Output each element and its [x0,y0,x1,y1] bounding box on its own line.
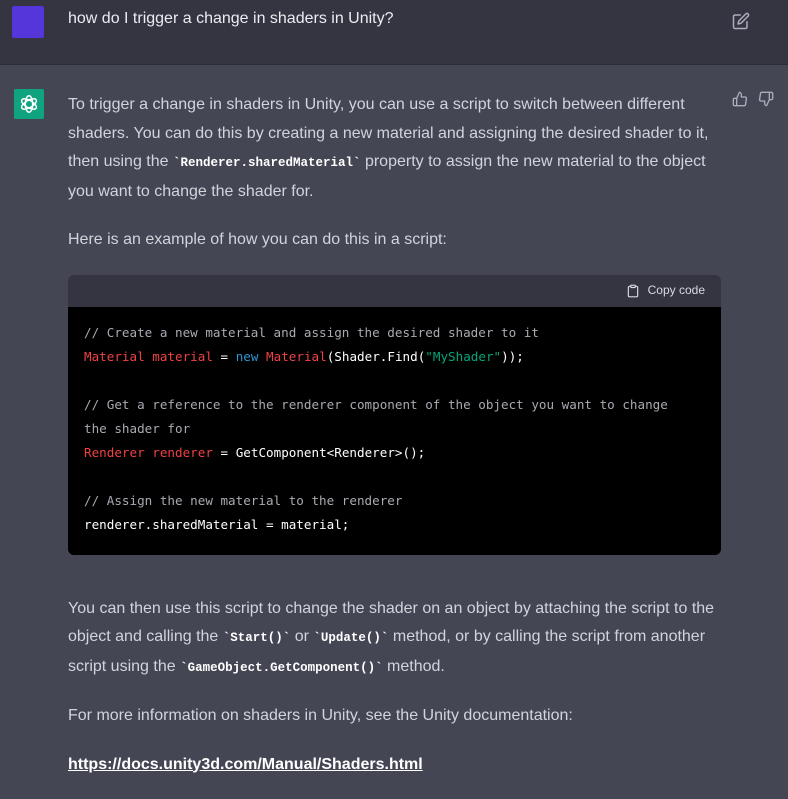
paragraph-more-info: For more information on shaders in Unity… [68,707,573,724]
code-comment: // Assign the new material to the render… [84,492,403,508]
inline-code: `Renderer.sharedMaterial` [172,156,361,170]
code-token: renderer [152,444,213,460]
thumbs-down-icon[interactable] [758,91,774,107]
code-token: material [152,348,213,364]
paragraph-example-intro: Here is an example of how you can do thi… [68,231,447,248]
code-block: Copy code // Create a new material and a… [68,274,721,555]
code-token: (Shader.Find( [326,348,426,364]
user-message-row: how do I trigger a change in shaders in … [0,0,788,65]
code-comment: // Create a new material and assign the … [84,324,539,340]
code-body: // Create a new material and assign the … [68,306,721,555]
inline-code: `Start()` [222,631,291,645]
copy-code-label: Copy code [647,283,705,298]
user-message-text: how do I trigger a change in shaders in … [68,10,394,27]
copy-code-button[interactable]: Copy code [626,276,705,305]
code-token: = GetComponent<Renderer>(); [220,444,426,460]
edit-icon[interactable] [732,12,750,30]
code-token: new [235,348,259,364]
code-token: Material [84,348,145,364]
code-string: "MyShader" [425,348,502,364]
code-token: Material [266,348,327,364]
code-comment: the shader for [84,420,191,436]
paragraph-usage: You can then use this script to change t… [68,595,722,683]
code-line: renderer.sharedMaterial = material; [84,516,350,532]
user-avatar [12,6,44,38]
thumbs-up-icon[interactable] [732,91,748,107]
assistant-message-content: To trigger a change in shaders in Unity,… [68,91,722,799]
openai-logo-icon [20,95,38,113]
feedback-buttons [732,91,774,107]
inline-code: `GameObject.GetComponent()` [180,660,383,675]
code-token: Renderer [84,444,145,460]
paragraph-text: or [290,628,314,645]
assistant-avatar [14,89,44,119]
paragraph-text: method. [382,657,445,675]
code-token: )); [501,348,524,364]
code-block-header: Copy code [68,274,721,307]
documentation-link[interactable]: https://docs.unity3d.com/Manual/Shaders.… [68,756,423,773]
code-comment: // Get a reference to the renderer compo… [84,396,668,412]
clipboard-icon [627,284,638,297]
paragraph-link: https://docs.unity3d.com/Manual/Shaders.… [68,751,722,780]
paragraph-intro: To trigger a change in shaders in Unity,… [68,91,722,206]
inline-code: `Update()` [313,631,389,645]
